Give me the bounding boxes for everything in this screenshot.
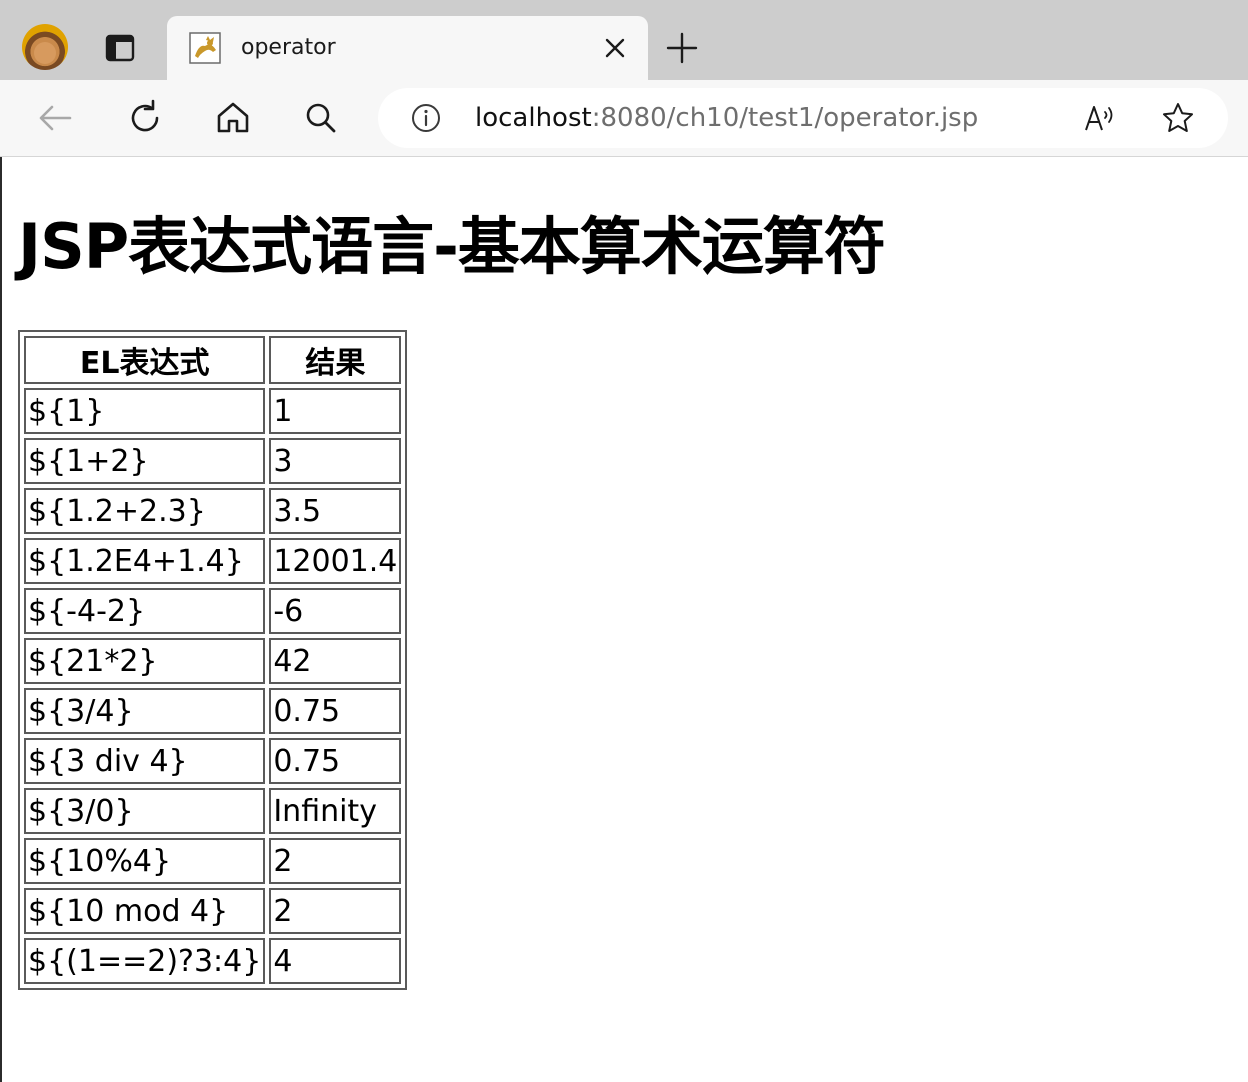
active-tab[interactable]: operator — [167, 16, 648, 80]
table-row: ${1.2E4+1.4} 12001.4 — [24, 538, 402, 584]
expression-cell: ${21*2} — [24, 638, 266, 684]
result-cell: 0.75 — [269, 688, 402, 734]
browser-window: operator localhost:8080/ch10/test1/opera… — [0, 0, 1248, 1082]
url-text[interactable]: localhost:8080/ch10/test1/operator.jsp — [475, 102, 978, 134]
header-el-expression: EL表达式 — [24, 336, 266, 384]
expression-cell: ${1+2} — [24, 438, 266, 484]
home-icon[interactable] — [213, 98, 253, 138]
expression-cell: ${3 div 4} — [24, 738, 266, 784]
profile-avatar[interactable] — [22, 24, 68, 70]
site-info-icon[interactable] — [410, 102, 442, 134]
page-title: JSP表达式语言-基本算术运算符 — [18, 210, 886, 283]
table-row: ${3/4} 0.75 — [24, 688, 402, 734]
search-icon[interactable] — [301, 98, 341, 138]
back-arrow-icon[interactable] — [36, 98, 76, 138]
table-header-row: EL表达式 结果 — [24, 336, 402, 384]
expression-cell: ${3/4} — [24, 688, 266, 734]
page-viewport: JSP表达式语言-基本算术运算符 EL表达式 结果 ${1} 1 ${1+2} … — [0, 157, 1248, 1082]
header-result: 结果 — [269, 336, 402, 384]
result-cell: 3 — [269, 438, 402, 484]
table-row: ${10%4} 2 — [24, 838, 402, 884]
table-row: ${3 div 4} 0.75 — [24, 738, 402, 784]
favorite-star-icon[interactable] — [1160, 100, 1196, 136]
close-tab-icon[interactable] — [601, 34, 629, 62]
result-cell: 1 — [269, 388, 402, 434]
expression-cell: ${(1==2)?3:4} — [24, 938, 266, 984]
result-cell: 12001.4 — [269, 538, 402, 584]
expression-cell: ${1.2+2.3} — [24, 488, 266, 534]
table-row: ${21*2} 42 — [24, 638, 402, 684]
expression-cell: ${1.2E4+1.4} — [24, 538, 266, 584]
expression-cell: ${1} — [24, 388, 266, 434]
result-cell: 42 — [269, 638, 402, 684]
expression-cell: ${-4-2} — [24, 588, 266, 634]
table-row: ${1} 1 — [24, 388, 402, 434]
refresh-icon[interactable] — [125, 98, 165, 138]
el-operator-table: EL表达式 结果 ${1} 1 ${1+2} 3 ${1.2+2.3} 3.5 — [18, 330, 408, 990]
expression-cell: ${10%4} — [24, 838, 266, 884]
tab-title: operator — [241, 35, 336, 60]
navigation-toolbar: localhost:8080/ch10/test1/operator.jsp — [0, 80, 1248, 157]
table-row: ${1+2} 3 — [24, 438, 402, 484]
tomcat-icon — [189, 32, 221, 64]
result-cell: Infinity — [269, 788, 402, 834]
result-cell: 2 — [269, 838, 402, 884]
result-cell: 4 — [269, 938, 402, 984]
avatar-face — [34, 42, 56, 64]
table-row: ${1.2+2.3} 3.5 — [24, 488, 402, 534]
new-tab-icon[interactable] — [664, 30, 700, 66]
result-cell: -6 — [269, 588, 402, 634]
address-bar[interactable]: localhost:8080/ch10/test1/operator.jsp — [378, 88, 1228, 148]
url-path: :8080/ch10/test1/operator.jsp — [591, 103, 979, 133]
tab-strip: operator — [0, 0, 1248, 80]
table-row: ${(1==2)?3:4} 4 — [24, 938, 402, 984]
url-host: localhost — [475, 103, 592, 133]
expression-cell: ${10 mod 4} — [24, 888, 266, 934]
tab-actions-icon[interactable] — [102, 30, 138, 66]
result-cell: 2 — [269, 888, 402, 934]
table-row: ${10 mod 4} 2 — [24, 888, 402, 934]
result-cell: 3.5 — [269, 488, 402, 534]
result-cell: 0.75 — [269, 738, 402, 784]
read-aloud-icon[interactable] — [1082, 100, 1118, 136]
table-row: ${-4-2} -6 — [24, 588, 402, 634]
expression-cell: ${3/0} — [24, 788, 266, 834]
table-row: ${3/0} Infinity — [24, 788, 402, 834]
